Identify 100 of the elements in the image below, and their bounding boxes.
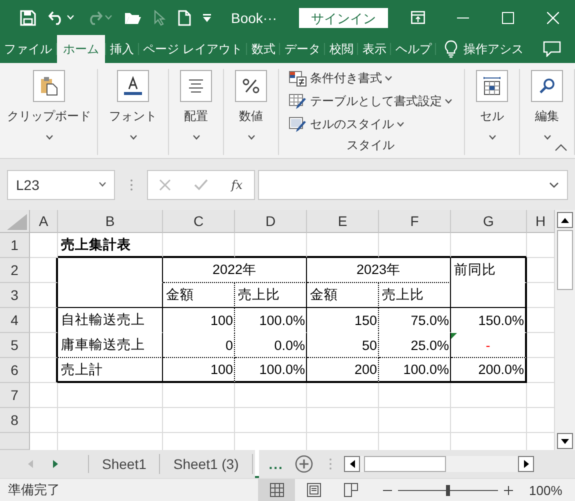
- table-cell: 200.0%: [451, 358, 527, 383]
- table-cell: 金額: [307, 283, 379, 308]
- name-box[interactable]: L23: [7, 170, 115, 200]
- column-header[interactable]: F: [379, 210, 451, 233]
- more-sheets-button[interactable]: ...: [268, 456, 284, 472]
- column-header[interactable]: H: [527, 210, 555, 233]
- maximize-icon: [502, 12, 514, 24]
- caret-icon: [248, 135, 254, 140]
- expand-icon: [549, 182, 559, 188]
- table-cell: 25.0%: [379, 333, 451, 358]
- column-header[interactable]: C: [163, 210, 235, 233]
- ribbon-command[interactable]: テーブルとして書式設定: [289, 92, 452, 111]
- ribbon-tab[interactable]: データ: [280, 35, 324, 63]
- row-header[interactable]: 4: [0, 308, 30, 333]
- sheet-tab[interactable]: Sheet1: [89, 454, 160, 474]
- find-button[interactable]: [531, 70, 563, 102]
- lightbulb-icon: [444, 40, 458, 58]
- table-cell: 100.0%: [235, 308, 307, 333]
- caret-icon: [130, 135, 136, 140]
- cells-button[interactable]: [476, 70, 508, 102]
- table-cell: [30, 308, 58, 333]
- zoom-slider-thumb[interactable]: [446, 484, 450, 496]
- ribbon-display-icon: [410, 11, 424, 24]
- tell-me-field[interactable]: 操作アシス: [463, 40, 524, 58]
- table-cell: 2023年: [307, 258, 451, 283]
- table-cell: 200: [307, 358, 379, 383]
- table-cell: -: [451, 333, 527, 358]
- row-header[interactable]: 8: [0, 408, 30, 433]
- align-button[interactable]: [180, 70, 212, 102]
- table-cell: [307, 233, 379, 258]
- sheet-tab[interactable]: Sheet1 (3): [160, 454, 253, 474]
- view-button[interactable]: [258, 479, 295, 501]
- next-sheet-icon: [53, 460, 58, 468]
- active-sheet-tab[interactable]: [254, 450, 259, 478]
- scroll-left-button[interactable]: [344, 456, 360, 472]
- scroll-up-button[interactable]: [557, 212, 573, 228]
- formula-field[interactable]: [258, 170, 568, 200]
- sign-in-button[interactable]: サインイン: [299, 8, 388, 28]
- ribbon-tab[interactable]: 挿入: [106, 35, 138, 63]
- table-cell: [30, 333, 58, 358]
- table-cell: [30, 358, 58, 383]
- table-cell: [30, 408, 58, 433]
- ribbon-tab[interactable]: 校閲: [325, 35, 358, 63]
- column-header[interactable]: G: [451, 210, 527, 233]
- left-arrow-icon: [350, 460, 355, 468]
- toolbar-button[interactable]: [178, 8, 191, 28]
- ribbon-command[interactable]: 条件付き書式: [289, 69, 452, 88]
- scrollbar-thumb[interactable]: [364, 456, 446, 472]
- file-name: Book···: [231, 10, 278, 26]
- insert-function-button[interactable]: fx: [231, 178, 243, 192]
- page-layout-view-icon: [306, 483, 320, 497]
- caret-icon: [488, 135, 496, 140]
- scrollbar-thumb[interactable]: [557, 230, 573, 290]
- table-cell: 売上比: [235, 283, 307, 308]
- group-label: フォント: [109, 108, 157, 125]
- scroll-down-button[interactable]: [557, 433, 573, 449]
- ribbon-tab[interactable]: ヘルプ: [391, 35, 436, 63]
- row-header[interactable]: 5: [0, 333, 30, 358]
- column-header[interactable]: B: [58, 210, 163, 233]
- row-header[interactable]: 6: [0, 358, 30, 383]
- align-icon: [187, 79, 205, 93]
- pointer-icon: [154, 10, 166, 26]
- ribbon-tab[interactable]: 数式: [247, 35, 280, 63]
- group-label: 編集: [535, 108, 559, 125]
- table-cell: [163, 383, 235, 408]
- number-button[interactable]: [235, 70, 267, 102]
- group-label: スタイル: [346, 137, 394, 154]
- ribbon-tab[interactable]: 表示: [358, 35, 390, 63]
- zoom-level[interactable]: 100%: [529, 482, 562, 498]
- table-cell: 0: [163, 333, 235, 358]
- zoom-in-icon: [504, 486, 513, 494]
- caret-icon: [105, 15, 112, 20]
- table-cell: [379, 408, 451, 433]
- table-cell: 売上集計表: [58, 233, 163, 258]
- table-cell: 100.0%: [379, 358, 451, 383]
- grip-icon: [329, 458, 332, 470]
- ribbon-tab[interactable]: ページ レイアウト: [139, 35, 246, 63]
- column-header[interactable]: A: [30, 210, 58, 233]
- ribbon-tab[interactable]: ファイル: [0, 35, 56, 63]
- status-text: 準備完了: [8, 481, 61, 499]
- caret-icon: [544, 135, 550, 140]
- table-cell: 売上比: [379, 283, 451, 308]
- clipboard-button[interactable]: [33, 70, 65, 102]
- comment-icon: [543, 41, 561, 57]
- row-header[interactable]: 2: [0, 258, 30, 283]
- row-header[interactable]: 3: [0, 283, 30, 308]
- table-cell: [379, 233, 451, 258]
- group-label: セル: [480, 108, 504, 125]
- ribbon-command[interactable]: セルのスタイル: [289, 115, 452, 134]
- column-header[interactable]: D: [235, 210, 307, 233]
- column-header[interactable]: E: [307, 210, 379, 233]
- font-button[interactable]: [117, 70, 149, 102]
- cells-icon: [482, 76, 502, 96]
- close-icon: [546, 12, 558, 24]
- ribbon-tab[interactable]: ホーム: [57, 35, 105, 63]
- toolbar-button[interactable]: [20, 8, 36, 28]
- row-header[interactable]: 7: [0, 383, 30, 408]
- table-cell: [307, 383, 379, 408]
- scroll-right-button[interactable]: [518, 456, 534, 472]
- row-header[interactable]: 1: [0, 233, 30, 258]
